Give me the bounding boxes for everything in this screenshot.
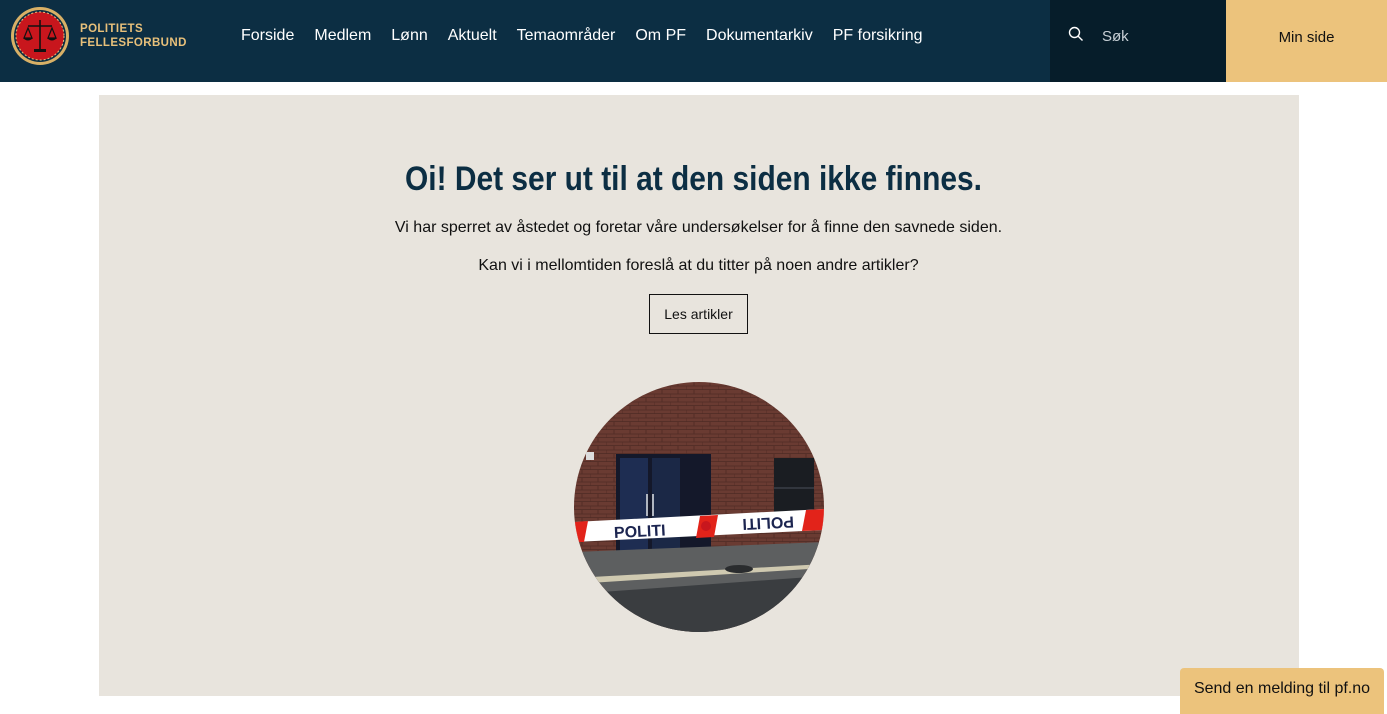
search-input[interactable] — [1102, 24, 1212, 48]
error-description: Vi har sperret av åstedet og foretar vår… — [394, 219, 1003, 236]
nav-item-dokumentarkiv[interactable]: Dokumentarkiv — [706, 27, 813, 45]
crime-scene-image: POLITI POLITI — [574, 382, 824, 632]
suggestion-text: Kan vi i mellomtiden foreslå at du titte… — [478, 257, 919, 274]
crime-scene-illustration: POLITI POLITI — [574, 382, 824, 632]
logo-seal-icon — [11, 7, 69, 65]
read-articles-button[interactable]: Les artikler — [649, 294, 748, 334]
police-tape-text-mirrored: POLITI — [742, 512, 794, 532]
search-box — [1050, 0, 1226, 82]
search-icon[interactable] — [1068, 26, 1084, 42]
nav-item-medlem[interactable]: Medlem — [314, 27, 371, 45]
logo-line2: FELLESFORBUND — [80, 37, 187, 49]
send-message-button[interactable]: Send en melding til pf.no — [1180, 668, 1384, 714]
nav-item-temaomrader[interactable]: Temaområder — [517, 27, 616, 45]
logo-link[interactable]: POLITIETS FELLESFORBUND — [10, 6, 190, 68]
page-title: Oi! Det ser ut til at den siden ikke fin… — [405, 160, 982, 198]
main-nav: Forside Medlem Lønn Aktuelt Temaområder … — [241, 0, 943, 72]
nav-item-om-pf[interactable]: Om PF — [635, 27, 686, 45]
nav-item-forside[interactable]: Forside — [241, 27, 294, 45]
logo-line1: POLITIETS — [80, 23, 144, 35]
min-side-button[interactable]: Min side — [1226, 0, 1387, 82]
nav-item-lonn[interactable]: Lønn — [391, 27, 427, 45]
nav-item-pf-forsikring[interactable]: PF forsikring — [833, 27, 923, 45]
logo-text: POLITIETS FELLESFORBUND — [80, 22, 187, 50]
nav-item-aktuelt[interactable]: Aktuelt — [448, 27, 497, 45]
police-tape-text: POLITI — [614, 522, 666, 542]
site-header: POLITIETS FELLESFORBUND Forside Medlem L… — [0, 0, 1387, 82]
